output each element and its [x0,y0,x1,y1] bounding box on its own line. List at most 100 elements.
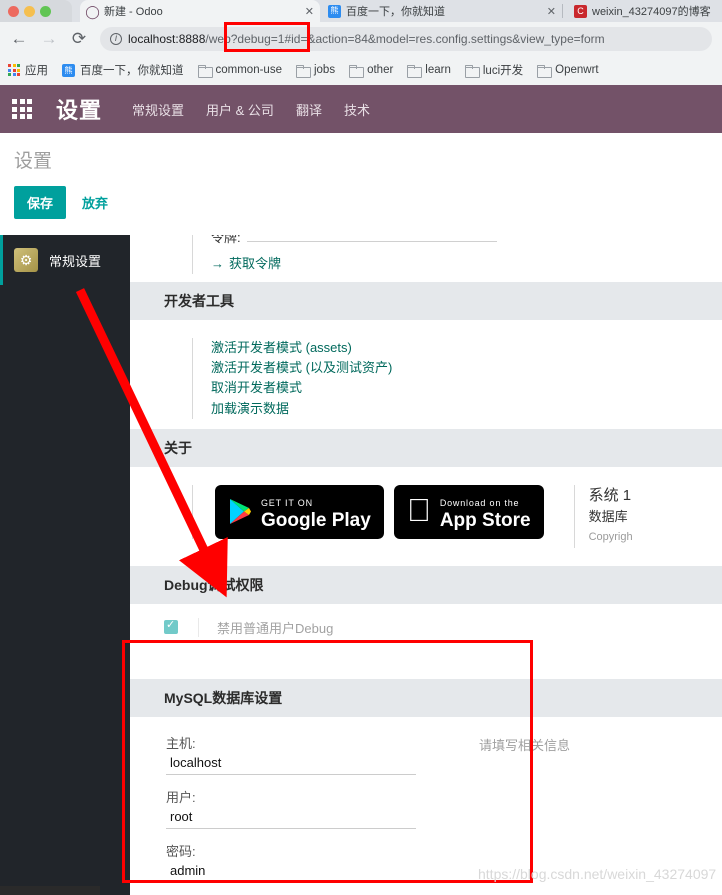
browser-tabstrip: ◯ 新建 - Odoo ✕ 熊 百度一下，你就知道 ✕ C weixin_432… [0,0,722,22]
sidebar-active-accent [0,235,3,285]
close-window-button[interactable] [8,5,19,17]
browser-tab-title: weixin_43274097的博客 [592,6,711,18]
bookmark-openwrt[interactable]: Openwrt [537,64,599,78]
site-info-icon[interactable]: i [110,32,122,45]
disable-normal-user-debug-label: 禁用普通用户Debug [198,617,333,637]
bookmark-jobs[interactable]: jobs [295,64,336,78]
back-icon[interactable]: ← [10,30,28,47]
menu-item-technical[interactable]: 技术 [344,100,370,119]
close-icon[interactable]: ✕ [547,5,556,18]
google-play-text: GET IT ON Google Play [261,493,371,531]
maximize-window-button[interactable] [40,5,51,17]
token-group: 令牌: 获取令牌 [192,235,722,275]
breadcrumb: 设置 [14,151,53,172]
token-label: 令牌: [211,235,241,245]
badge-large-text: App Store [415,509,531,531]
bookmark-learn[interactable]: learn [407,64,451,78]
gear-icon: ⚙ [14,248,38,272]
activate-developer-mode-tests-link[interactable]: 激活开发者模式 (以及测试资产) [211,358,722,378]
bookmark-label: learn [425,64,451,76]
address-bar-url: localhost:8888/web?debug=1#id=&action=84… [128,32,605,46]
deactivate-developer-mode-link[interactable]: 取消开发者模式 [211,378,722,398]
bookmark-other[interactable]: other [349,64,394,78]
browser-tab-odoo[interactable]: ◯ 新建 - Odoo ✕ [80,0,320,22]
sidebar-item-label: 常规设置 [49,253,102,269]
section-header-about: 关于 [130,428,722,467]
mysql-password-input[interactable]: admin [166,861,416,883]
mysql-host-input[interactable]: localhost [166,753,416,775]
activate-developer-mode-assets-link[interactable]: 激活开发者模式 (assets) [211,338,722,358]
about-row: GET IT ON Google Play  Download on the … [164,484,722,548]
browser-tab-baidu[interactable]: 熊 百度一下，你就知道 ✕ [322,0,562,22]
taskbar-peek [0,886,100,895]
about-info: 系统 1 数据库 Copyrigh [564,484,633,548]
token-block: 令牌: 获取令牌 [130,235,722,282]
badge-small-text: GET IT ON [261,497,313,508]
token-field-row: 令牌: [211,235,722,246]
bookmark-label: other [367,64,394,76]
save-button[interactable]: 保存 [14,186,67,219]
browser-tab-csdn[interactable]: C weixin_43274097的博客 [568,0,722,22]
settings-content: 令牌: 获取令牌 开发者工具 激活开发者模式 (assets) 激活开发者模式 … [130,235,722,895]
google-play-icon [228,498,252,525]
bookmark-baidu[interactable]: 熊 百度一下，你就知道 [62,62,184,78]
folder-icon [349,64,365,78]
folder-icon [464,64,480,78]
control-panel: 设置 保存 放弃 [0,133,722,235]
load-demo-data-link[interactable]: 加载演示数据 [211,399,722,419]
address-bar[interactable]: i localhost:8888/web?debug=1#id=&action=… [100,26,712,51]
bookmark-label: common-use [215,64,282,76]
apps-grid-icon[interactable] [12,99,42,119]
folder-icon [407,64,423,78]
system-version-text: 系统 1 [564,486,632,504]
section-header-developer-tools: 开发者工具 [130,282,722,321]
baidu-icon: 熊 [328,4,341,18]
menu-item-general-settings[interactable]: 常规设置 [132,100,184,119]
bookmark-label: luci开发 [482,65,524,77]
app-header: 设置 常规设置 用户 & 公司 翻译 技术 [0,85,722,133]
google-play-badge[interactable]: GET IT ON Google Play [215,484,384,539]
app-store-badge[interactable]:  Download on the App Store [393,484,544,539]
browser-navbar: ← → ⟳ i localhost:8888/web?debug=1#id=&a… [0,22,722,55]
browser-tab-title: 新建 - Odoo [104,6,163,18]
mysql-user-input[interactable]: root [166,807,416,829]
badges-group: GET IT ON Google Play  Download on the … [215,484,544,539]
baidu-icon: 熊 [62,63,75,77]
token-input[interactable] [246,235,497,242]
mysql-host-field: 主机: localhost [166,733,416,775]
bookmark-label: Openwrt [555,64,599,76]
apple-icon:  [407,494,431,526]
settings-sidebar: ⚙ 常规设置 [0,235,130,895]
discard-button[interactable]: 放弃 [80,186,110,219]
database-text: 数据库 [564,509,628,525]
reload-icon[interactable]: ⟳ [70,30,88,47]
close-icon[interactable]: ✕ [305,5,314,18]
folder-icon [197,64,213,78]
app-title: 设置 [56,98,103,123]
mysql-password-label: 密码: [166,843,196,859]
app-store-text: Download on the App Store [440,493,531,531]
minimize-window-button[interactable] [24,5,35,17]
get-token-link[interactable]: 获取令牌 [211,254,722,274]
disable-normal-user-debug-row[interactable]: 禁用普通用户Debug [164,617,722,637]
browser-chrome: ◯ 新建 - Odoo ✕ 熊 百度一下，你就知道 ✕ C weixin_432… [0,0,722,85]
menu-item-translations[interactable]: 翻译 [296,100,322,119]
bookmarks-bar: 应用 熊 百度一下，你就知道 common-use jobs other lea… [0,55,722,85]
about-block: GET IT ON Google Play  Download on the … [130,467,722,566]
bookmark-label: jobs [313,64,336,76]
mysql-user-field: 用户: root [166,787,416,829]
bookmark-common-use[interactable]: common-use [197,64,282,78]
bookmark-luci[interactable]: luci开发 [464,62,524,78]
bookmark-apps[interactable]: 应用 [8,62,48,78]
forward-icon[interactable]: → [40,30,58,47]
debug-block: 禁用普通用户Debug [130,604,722,641]
developer-tools-block: 激活开发者模式 (assets) 激活开发者模式 (以及测试资产) 取消开发者模… [130,320,722,429]
folder-icon [295,64,311,78]
menu-item-users-companies[interactable]: 用户 & 公司 [206,100,274,119]
checkbox-checked-icon[interactable] [164,618,178,634]
section-header-mysql: MySQL数据库设置 [130,678,722,717]
badge-small-text: Download on the [415,497,519,508]
address-bar-host: localhost:8888 [128,31,206,46]
sidebar-item-general-settings[interactable]: ⚙ 常规设置 [0,235,130,285]
window-controls[interactable] [0,0,72,22]
